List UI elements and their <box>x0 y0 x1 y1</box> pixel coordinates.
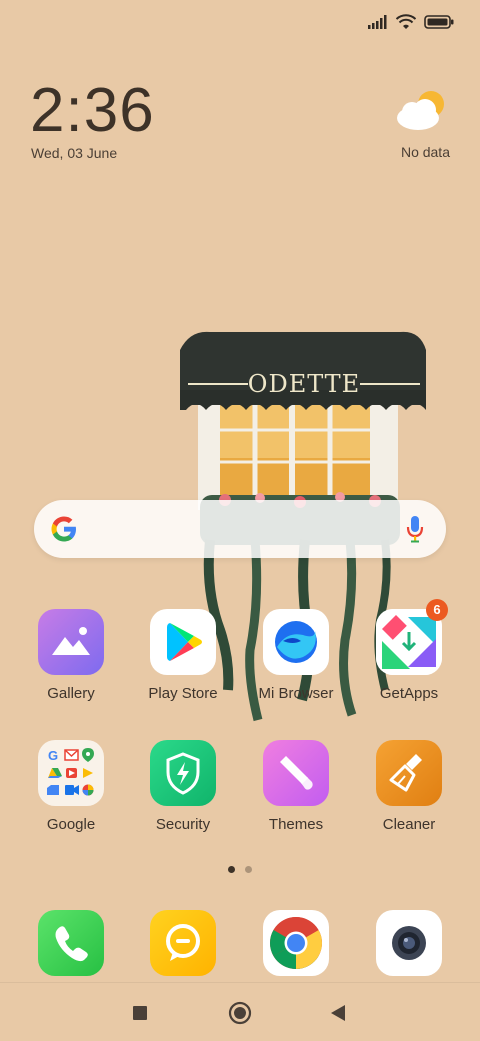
dock-chrome[interactable] <box>263 910 329 976</box>
mi-browser-icon <box>263 609 329 675</box>
app-label: Mi Browser <box>258 685 334 702</box>
app-label: GetApps <box>379 685 439 702</box>
recents-button[interactable] <box>132 1005 148 1021</box>
notification-badge: 6 <box>426 599 448 621</box>
dock-phone[interactable] <box>38 910 104 976</box>
google-folder-icon: G <box>38 740 104 806</box>
play-store-icon <box>150 609 216 675</box>
app-label: Themes <box>268 816 324 833</box>
getapps-icon: 6 <box>376 599 448 675</box>
home-button[interactable] <box>228 1001 252 1025</box>
page-dot[interactable] <box>245 866 252 873</box>
app-label: Play Store <box>148 685 218 702</box>
phone-icon <box>38 910 104 976</box>
clock-time[interactable]: 2:36 <box>30 80 155 142</box>
security-icon <box>150 740 216 806</box>
app-security[interactable]: Security <box>128 740 238 833</box>
app-gallery[interactable]: Gallery <box>16 609 126 702</box>
wifi-icon <box>396 14 416 29</box>
dock-messaging[interactable] <box>150 910 216 976</box>
app-label: Gallery <box>47 685 95 702</box>
app-getapps[interactable]: 6 GetApps <box>354 599 464 702</box>
dock-camera[interactable] <box>376 910 442 976</box>
signal-icon <box>368 15 387 29</box>
cleaner-icon <box>376 740 442 806</box>
back-button[interactable] <box>330 1004 346 1022</box>
mic-icon[interactable] <box>406 515 424 543</box>
storefront-sign: ODETTE <box>248 370 360 398</box>
google-search-bar[interactable] <box>34 500 446 558</box>
partly-cloudy-icon[interactable] <box>394 88 450 134</box>
battery-icon <box>424 15 454 29</box>
app-label: Google <box>46 816 96 833</box>
themes-icon <box>263 740 329 806</box>
google-logo-icon <box>51 516 76 542</box>
app-play-store[interactable]: Play Store <box>128 609 238 702</box>
page-indicator <box>228 866 252 873</box>
app-label: Cleaner <box>382 816 436 833</box>
navigation-bar <box>0 982 480 1041</box>
page-dot-active[interactable] <box>228 866 235 873</box>
clock-date: Wed, 03 June <box>31 145 118 161</box>
app-mi-browser[interactable]: Mi Browser <box>241 609 351 702</box>
app-cleaner[interactable]: Cleaner <box>354 740 464 833</box>
app-google-folder[interactable]: G Google <box>16 740 126 833</box>
camera-icon <box>376 910 442 976</box>
svg-text:G: G <box>48 748 58 763</box>
status-bar <box>368 12 454 32</box>
weather-status: No data <box>400 144 450 160</box>
app-themes[interactable]: Themes <box>241 740 351 833</box>
app-label: Security <box>155 816 211 833</box>
chrome-icon <box>263 910 329 976</box>
gallery-icon <box>38 609 104 675</box>
messaging-icon <box>150 910 216 976</box>
